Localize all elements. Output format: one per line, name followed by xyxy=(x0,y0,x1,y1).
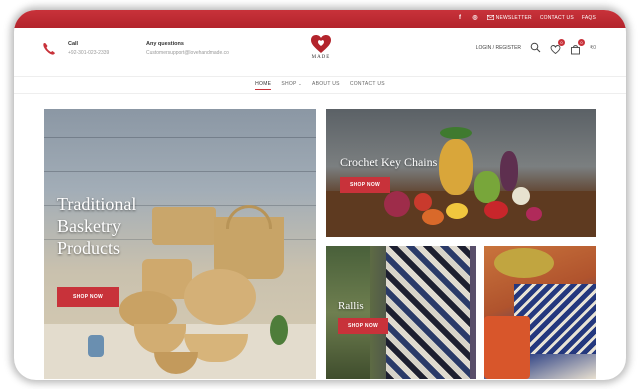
login-register-link[interactable]: LOGIN / REGISTER xyxy=(476,45,521,51)
call-label: Call xyxy=(68,41,79,47)
plank-line xyxy=(44,137,316,138)
facebook-icon[interactable]: f xyxy=(457,15,464,21)
basketry-title-line: Traditional xyxy=(57,194,137,214)
pineapple-leaves xyxy=(440,127,472,139)
basket-image xyxy=(184,269,256,325)
nav-shop-label: SHOP xyxy=(281,81,297,87)
top-bar: f ◎ NEWSLETTER CONTACT US FAQS xyxy=(14,10,626,28)
rallis-title: Rallis xyxy=(338,300,364,312)
basketry-title-line: Basketry xyxy=(57,216,121,236)
search-icon[interactable] xyxy=(530,42,541,53)
site-logo[interactable]: MADE xyxy=(308,34,334,60)
basketry-title-line: Products xyxy=(57,238,120,258)
fruit-bowl-image xyxy=(494,248,554,278)
basketry-banner[interactable]: Traditional Basketry Products SHOP NOW xyxy=(44,109,316,379)
questions-label: Any questions xyxy=(146,41,184,47)
nav-about[interactable]: ABOUT US xyxy=(312,81,340,89)
chevron-down-icon: ⌄ xyxy=(298,81,302,86)
radish-image xyxy=(384,191,410,217)
cart-button[interactable]: 0 xyxy=(570,39,586,55)
mail-icon xyxy=(486,14,494,20)
basketry-title: Traditional Basketry Products xyxy=(57,193,136,259)
crochet-banner[interactable]: Crochet Key Chains SHOP NOW xyxy=(326,109,596,237)
garlic-image xyxy=(512,187,530,205)
fabric-product-tile[interactable] xyxy=(484,246,596,379)
newsletter-label: NEWSLETTER xyxy=(495,14,532,21)
main-nav: HOME SHOP ⌄ ABOUT US CONTACT US xyxy=(14,76,626,94)
call-block: Call +92-301-023-2339 xyxy=(68,41,109,56)
pineapple-image xyxy=(439,139,473,195)
radish-image xyxy=(526,207,542,221)
nav-contact[interactable]: CONTACT US xyxy=(350,81,385,89)
cart-count-badge: 0 xyxy=(578,39,586,46)
newsletter-link[interactable]: NEWSLETTER xyxy=(486,14,532,21)
plant-image xyxy=(326,246,370,379)
orange-image xyxy=(422,209,444,225)
plank-line xyxy=(44,171,316,172)
faqs-link[interactable]: FAQS xyxy=(582,15,596,21)
cart-total: ₹0 xyxy=(590,44,596,51)
header: Call +92-301-023-2339 Any questions Cust… xyxy=(14,28,626,76)
wishlist-button[interactable]: 0 xyxy=(550,39,566,55)
browser-frame: f ◎ NEWSLETTER CONTACT US FAQS Call +92-… xyxy=(14,10,626,380)
crochet-title: Crochet Key Chains xyxy=(340,155,438,169)
basket-handle xyxy=(226,205,272,229)
instagram-icon[interactable]: ◎ xyxy=(472,14,479,21)
support-email[interactable]: Customersupport@lovehandmade.co xyxy=(146,50,229,56)
rallis-shop-now-button[interactable]: SHOP NOW xyxy=(338,318,388,334)
strawberry-image xyxy=(484,201,508,219)
contact-us-top-link[interactable]: CONTACT US xyxy=(540,15,574,21)
phone-icon xyxy=(43,43,55,55)
basketry-shop-now-button[interactable]: SHOP NOW xyxy=(57,287,119,307)
ralli-quilt-image xyxy=(386,246,470,379)
logo-text: MADE xyxy=(311,55,331,60)
call-number[interactable]: +92-301-023-2339 xyxy=(68,50,109,56)
chili-image xyxy=(484,316,530,379)
eggplant-image xyxy=(500,151,518,191)
pear-image xyxy=(474,171,500,203)
basket-image xyxy=(152,207,216,245)
plant-image xyxy=(270,315,288,345)
nav-shop[interactable]: SHOP ⌄ xyxy=(281,81,302,89)
nav-home[interactable]: HOME xyxy=(255,81,272,90)
crochet-shop-now-button[interactable]: SHOP NOW xyxy=(340,177,390,193)
pot-image xyxy=(88,335,104,357)
egg-image xyxy=(446,203,468,219)
rallis-banner[interactable]: Rallis SHOP NOW xyxy=(326,246,476,379)
logo-heart-icon xyxy=(311,35,331,53)
questions-block: Any questions Customersupport@lovehandma… xyxy=(146,41,229,56)
wishlist-count-badge: 0 xyxy=(558,39,566,46)
